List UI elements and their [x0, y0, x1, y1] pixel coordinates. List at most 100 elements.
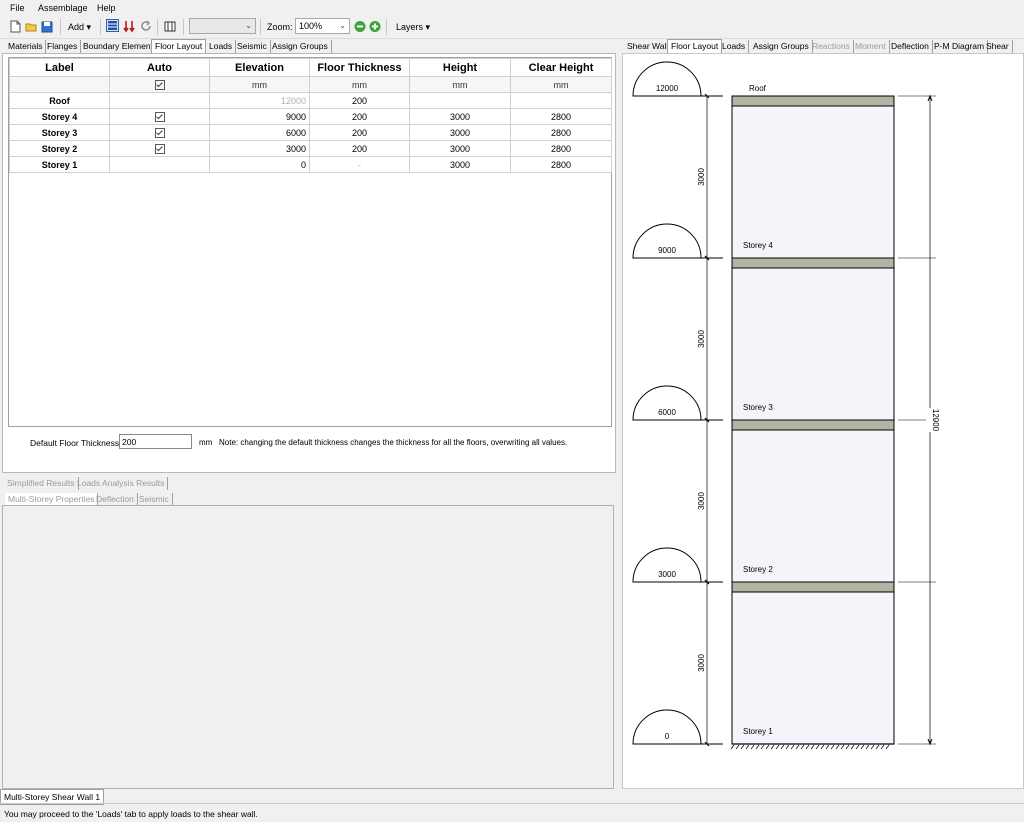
tab-right-deflection[interactable]: Deflection	[888, 40, 933, 53]
elevation-cell[interactable]: 9000	[209, 108, 310, 125]
table-row[interactable]: Storey 3 6000 200 3000 2800	[9, 124, 612, 141]
zoom-in-icon[interactable]	[369, 20, 381, 33]
checkbox-icon	[154, 79, 165, 90]
menu-assemblage[interactable]: Assemblage	[38, 3, 88, 13]
thickness-cell[interactable]: 200	[309, 124, 410, 141]
ground-hatch	[855, 744, 860, 750]
auto-checkbox[interactable]	[109, 124, 210, 141]
tab-reactions[interactable]: Reactions	[809, 40, 854, 53]
height-cell[interactable]: 3000	[409, 124, 511, 141]
floor-layout-grid: Label Auto Elevation Floor Thickness Hei…	[8, 57, 612, 427]
ground-hatch	[735, 744, 740, 750]
menu-help[interactable]: Help	[97, 3, 116, 13]
elevation-cell[interactable]: 12000	[209, 92, 310, 109]
elevation-cell[interactable]: 6000	[209, 124, 310, 141]
storey-dimension-label: 3000	[697, 492, 706, 510]
apply-loads-icon[interactable]	[123, 20, 135, 33]
results-tabstrip: Simplified Results Loads Analysis Result…	[4, 477, 174, 491]
layers-menu-button[interactable]: Layers ▾	[396, 22, 430, 33]
col-header-height[interactable]: Height	[409, 58, 511, 77]
ground-hatch	[810, 744, 815, 750]
row-label: Roof	[9, 92, 110, 109]
storey-dimension-label: 3000	[697, 654, 706, 672]
table-row[interactable]: Roof 12000 200	[9, 92, 612, 109]
tab-right-loads[interactable]: Loads	[719, 40, 750, 53]
units-clear-height: mm	[510, 76, 612, 93]
table-row[interactable]: Storey 4 9000 200 3000 2800	[9, 108, 612, 125]
default-thickness-label: Default Floor Thickness:	[30, 438, 122, 448]
tab-flanges[interactable]: Flanges	[44, 40, 82, 53]
tab-seismic[interactable]: Seismic	[234, 40, 271, 53]
auto-all-checkbox[interactable]	[109, 76, 210, 93]
auto-checkbox[interactable]	[109, 140, 210, 157]
new-file-icon[interactable]	[9, 20, 21, 33]
results-panel	[2, 505, 614, 789]
level-name-label: Storey 4	[743, 241, 773, 250]
level-name-label: Storey 1	[743, 727, 773, 736]
auto-checkbox[interactable]	[109, 108, 210, 125]
table-row[interactable]: Storey 1 0 - 3000 2800	[9, 156, 612, 173]
view-select[interactable]: ⌄	[189, 18, 256, 34]
units-row: mm mm mm mm	[9, 76, 612, 93]
add-menu-button[interactable]: Add ▾	[68, 22, 91, 33]
checkbox-icon	[154, 111, 165, 122]
refresh-icon[interactable]	[140, 20, 152, 33]
status-bar-message: You may proceed to the 'Loads' tab to ap…	[4, 809, 258, 819]
zoom-select[interactable]: 100% ⌄	[295, 18, 350, 34]
col-header-label[interactable]: Label	[9, 58, 110, 77]
ground-hatch	[800, 744, 805, 750]
table-view-icon[interactable]	[106, 19, 119, 32]
elevation-cell[interactable]: 3000	[209, 140, 310, 157]
storey-dimension-label: 3000	[697, 330, 706, 348]
clear-height-cell: 2800	[510, 156, 612, 173]
ground-hatch	[875, 744, 880, 750]
ground-hatch	[750, 744, 755, 750]
default-thickness-note: Note: changing the default thickness cha…	[219, 438, 568, 447]
tab-simplified-results[interactable]: Simplified Results	[4, 477, 79, 490]
thickness-cell[interactable]: 200	[309, 92, 410, 109]
ground-hatch	[885, 744, 890, 750]
default-thickness-input[interactable]	[119, 434, 192, 449]
level-elevation-label: 3000	[658, 570, 676, 579]
ground-hatch	[790, 744, 795, 750]
ground-hatch	[780, 744, 785, 750]
open-folder-icon[interactable]	[25, 20, 37, 33]
tab-assign-groups[interactable]: Assign Groups	[269, 40, 332, 53]
col-header-clear-height[interactable]: Clear Height	[510, 58, 612, 77]
height-cell[interactable]: 3000	[409, 156, 511, 173]
height-cell[interactable]	[409, 92, 511, 109]
elevation-cell[interactable]: 0	[209, 156, 310, 173]
col-header-floor-thickness[interactable]: Floor Thickness	[309, 58, 410, 77]
thickness-cell[interactable]: 200	[309, 140, 410, 157]
auto-cell	[109, 92, 210, 109]
tab-pm-diagram[interactable]: P-M Diagram	[931, 40, 989, 53]
col-header-elevation[interactable]: Elevation	[209, 58, 310, 77]
ground-hatch	[745, 744, 750, 750]
columns-icon[interactable]	[164, 20, 176, 33]
zoom-out-icon[interactable]	[354, 20, 366, 33]
tab-loads[interactable]: Loads	[206, 40, 237, 53]
ground-hatch	[830, 744, 835, 750]
tab-shear-wall[interactable]: Shear Wall	[624, 40, 673, 53]
menu-file[interactable]: File	[10, 3, 25, 13]
tab-boundary-elements[interactable]: Boundary Elements	[80, 40, 162, 53]
clear-height-cell: 2800	[510, 124, 612, 141]
table-row[interactable]: Storey 2 3000 200 3000 2800	[9, 140, 612, 157]
tab-shear[interactable]: Shear	[983, 40, 1013, 53]
floor-slab	[731, 419, 895, 431]
units-height: mm	[409, 76, 511, 93]
thickness-cell[interactable]: 200	[309, 108, 410, 125]
height-cell[interactable]: 3000	[409, 140, 511, 157]
ground-hatch	[760, 744, 765, 750]
tab-materials[interactable]: Materials	[5, 40, 47, 53]
tab-right-assign-groups[interactable]: Assign Groups	[750, 40, 813, 53]
clear-height-cell	[510, 92, 612, 109]
storey-dimension-label: 3000	[697, 168, 706, 186]
tab-loads-analysis-results[interactable]: Loads Analysis Results	[74, 477, 169, 490]
col-header-auto[interactable]: Auto	[109, 58, 210, 77]
tab-moment[interactable]: Moment	[852, 40, 890, 53]
clear-height-cell: 2800	[510, 140, 612, 157]
units-elevation: mm	[209, 76, 310, 93]
height-cell[interactable]: 3000	[409, 108, 511, 125]
save-icon[interactable]	[41, 20, 53, 33]
